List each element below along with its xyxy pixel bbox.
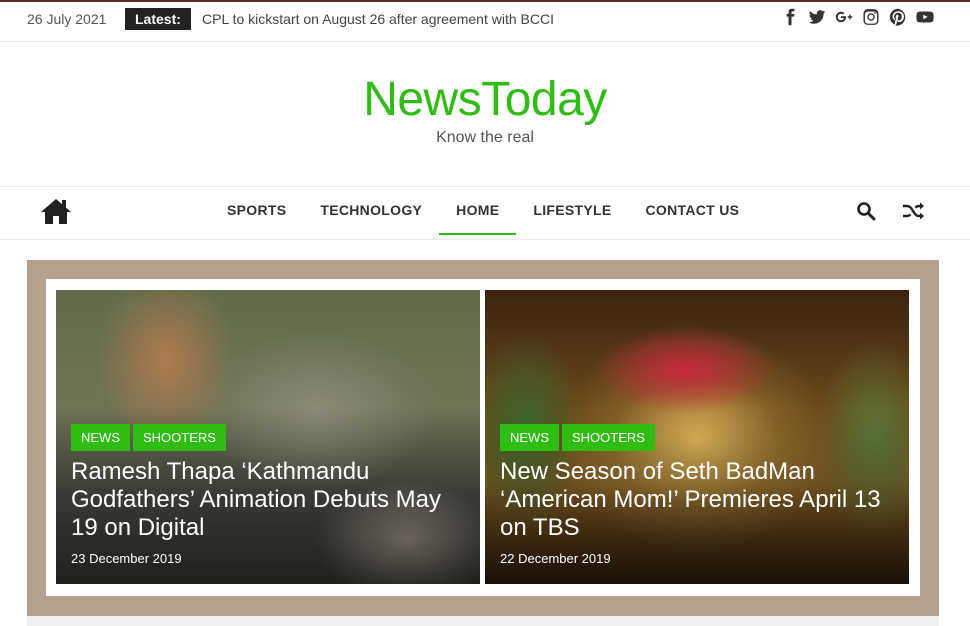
search-icon[interactable] (856, 201, 876, 221)
pinterest-icon[interactable] (889, 8, 907, 28)
post-tags: NEWS SHOOTERS (500, 424, 655, 451)
site-branding: NewsToday Know the real (0, 42, 970, 186)
post-title-link[interactable]: Ramesh Thapa ‘Kathmandu Godfathers’ Anim… (71, 458, 471, 542)
featured-slider: NEWS SHOOTERS Ramesh Thapa ‘Kathmandu Go… (27, 260, 939, 616)
featured-post-card[interactable]: NEWS SHOOTERS Ramesh Thapa ‘Kathmandu Go… (56, 290, 480, 584)
google-plus-icon[interactable] (835, 8, 853, 28)
latest-badge: Latest: (125, 8, 191, 30)
tag-news[interactable]: NEWS (71, 424, 130, 451)
nav-item-sports[interactable]: SPORTS (210, 187, 303, 235)
site-tagline: Know the real (436, 129, 534, 146)
instagram-icon[interactable] (862, 8, 880, 28)
nav-item-contact-us[interactable]: CONTACT US (629, 187, 757, 235)
post-tags: NEWS SHOOTERS (71, 424, 226, 451)
content-area-edge (27, 616, 939, 626)
facebook-icon[interactable] (781, 8, 799, 28)
main-navigation: SPORTS TECHNOLOGY HOME LIFESTYLE CONTACT… (0, 186, 970, 240)
post-title-link[interactable]: New Season of Seth BadMan ‘American Mom!… (500, 458, 900, 542)
tag-news[interactable]: NEWS (500, 424, 559, 451)
nav-item-technology[interactable]: TECHNOLOGY (303, 187, 439, 235)
home-icon[interactable] (40, 197, 72, 225)
current-date: 26 July 2021 (27, 11, 107, 27)
top-bar: 26 July 2021 Latest: CPL to kickstart on… (0, 2, 970, 42)
youtube-icon[interactable] (916, 8, 934, 28)
tag-shooters[interactable]: SHOOTERS (562, 424, 655, 451)
latest-headline-link[interactable]: CPL to kickstart on August 26 after agre… (202, 11, 554, 27)
twitter-icon[interactable] (808, 8, 826, 28)
social-links (781, 8, 934, 28)
nav-menu: SPORTS TECHNOLOGY HOME LIFESTYLE CONTACT… (210, 187, 756, 241)
tag-shooters[interactable]: SHOOTERS (133, 424, 226, 451)
featured-posts-frame: NEWS SHOOTERS Ramesh Thapa ‘Kathmandu Go… (46, 279, 920, 596)
site-title[interactable]: NewsToday (0, 72, 970, 127)
shuffle-icon[interactable] (902, 201, 924, 221)
nav-item-home[interactable]: HOME (439, 187, 517, 235)
post-date[interactable]: 22 December 2019 (500, 551, 611, 566)
post-date[interactable]: 23 December 2019 (71, 551, 182, 566)
nav-item-lifestyle[interactable]: LIFESTYLE (516, 187, 628, 235)
featured-post-card[interactable]: NEWS SHOOTERS New Season of Seth BadMan … (485, 290, 909, 584)
